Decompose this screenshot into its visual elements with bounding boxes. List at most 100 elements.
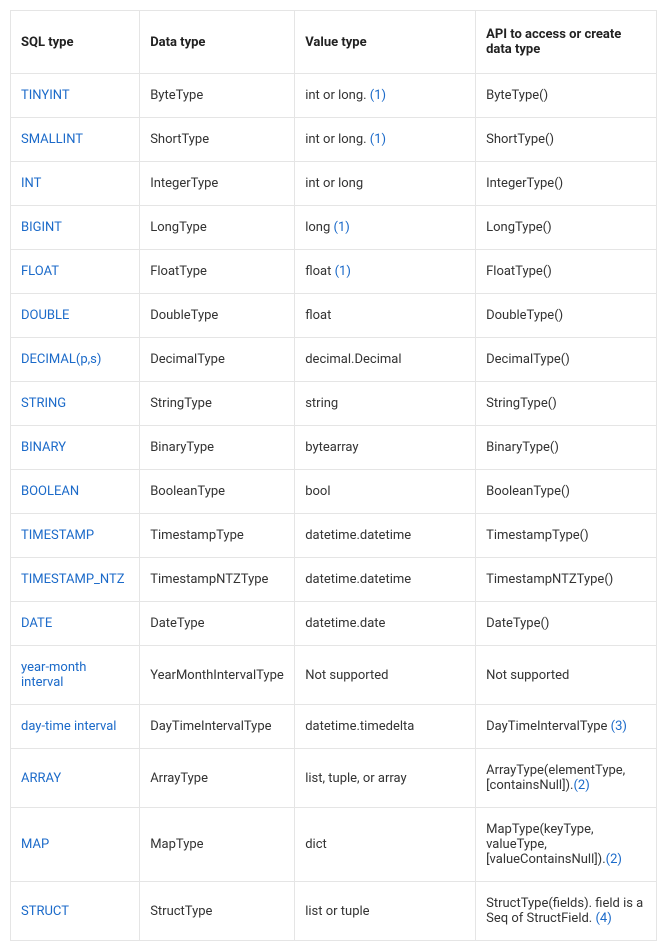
cell-api: Not supported [476,646,657,705]
cell-api: BooleanType() [476,470,657,514]
table-row: year-month intervalYearMonthIntervalType… [11,646,657,705]
value-type-text: string [305,396,338,411]
cell-sql-type: STRING [11,382,140,426]
sql-type-link[interactable]: TIMESTAMP [21,528,94,543]
cell-sql-type: INT [11,162,140,206]
cell-value-type: long (1) [295,206,476,250]
value-type-footnote-link[interactable]: (1) [334,220,350,235]
cell-api: ArrayType(elementType, [containsNull]).(… [476,749,657,808]
cell-data-type: StructType [140,882,295,941]
api-text: DecimalType() [486,352,570,367]
value-type-text: bytearray [305,440,358,455]
cell-value-type: float (1) [295,250,476,294]
value-type-text: list or tuple [305,904,369,919]
value-type-footnote-link[interactable]: (1) [370,88,386,103]
cell-value-type: string [295,382,476,426]
table-row: BIGINTLongTypelong (1)LongType() [11,206,657,250]
sql-type-link[interactable]: ARRAY [21,771,61,786]
api-footnote-link[interactable]: (3) [611,719,627,734]
sql-type-link[interactable]: SMALLINT [21,132,83,147]
cell-api: StructType(fields). field is a Seq of St… [476,882,657,941]
api-footnote-link[interactable]: (2) [573,778,589,793]
cell-api: BinaryType() [476,426,657,470]
sql-type-link[interactable]: FLOAT [21,264,59,279]
cell-api: DecimalType() [476,338,657,382]
sql-type-link[interactable]: TIMESTAMP_NTZ [21,572,125,587]
cell-value-type: bool [295,470,476,514]
cell-sql-type: DATE [11,602,140,646]
cell-data-type: BooleanType [140,470,295,514]
table-row: TIMESTAMP_NTZTimestampNTZTypedatetime.da… [11,558,657,602]
table-header-row: SQL type Data type Value type API to acc… [11,11,657,74]
cell-api: IntegerType() [476,162,657,206]
cell-api: LongType() [476,206,657,250]
api-text: ShortType() [486,132,554,147]
table-row: STRUCT StructType list or tuple StructType(… [11,882,657,941]
cell-sql-type: TINYINT [11,74,140,118]
sql-type-link[interactable]: year-month interval [21,660,86,690]
value-type-text: int or long. [305,88,370,103]
cell-sql-type: DOUBLE [11,294,140,338]
sql-type-link[interactable]: DOUBLE [21,308,69,323]
value-type-footnote-link[interactable]: (1) [335,264,351,279]
cell-data-type: ShortType [140,118,295,162]
cell-api: DateType() [476,602,657,646]
value-type-text: float [305,264,334,279]
sql-type-link[interactable]: day-time interval [21,719,116,734]
cell-value-type: Not supported [295,646,476,705]
sql-type-link[interactable]: DATE [21,616,52,631]
value-type-text: float [305,308,331,323]
sql-type-link[interactable]: BIGINT [21,220,62,235]
cell-api: StringType() [476,382,657,426]
cell-value-type: decimal.Decimal [295,338,476,382]
table-row: FLOATFloatTypefloat (1)FloatType() [11,250,657,294]
cell-sql-type: BIGINT [11,206,140,250]
api-footnote-link[interactable]: (4) [595,911,611,926]
cell-value-type: int or long. (1) [295,74,476,118]
cell-value-type: int or long [295,162,476,206]
api-text: StringType() [486,396,557,411]
cell-data-type: TimestampNTZType [140,558,295,602]
sql-type-link[interactable]: INT [21,176,41,191]
table-row: day-time intervalDayTimeIntervalTypedate… [11,705,657,749]
api-text: IntegerType() [486,176,563,191]
value-type-text: long [305,220,333,235]
api-text: FloatType() [486,264,552,279]
value-type-text: int or long [305,176,363,191]
cell-sql-type: STRUCT [11,882,140,941]
sql-type-link[interactable]: BOOLEAN [21,484,79,499]
cell-sql-type: MAP [11,808,140,882]
col-header-sql-type: SQL type [11,11,140,74]
sql-type-link[interactable]: BINARY [21,440,66,455]
cell-data-type: LongType [140,206,295,250]
value-type-text: Not supported [305,668,388,683]
sql-type-link[interactable]: STRUCT [21,904,69,919]
api-footnote-link[interactable]: (2) [606,852,622,867]
table-row: TIMESTAMPTimestampTypedatetime.datetimeT… [11,514,657,558]
cell-api: ByteType() [476,74,657,118]
api-text: TimestampType() [486,528,589,543]
cell-sql-type: ARRAY [11,749,140,808]
value-type-footnote-link[interactable]: (1) [370,132,386,147]
sql-type-link[interactable]: STRING [21,396,66,411]
cell-data-type: IntegerType [140,162,295,206]
cell-api: DayTimeIntervalType (3) [476,705,657,749]
value-type-text: list, tuple, or array [305,771,406,786]
cell-api: DoubleType() [476,294,657,338]
cell-data-type: DecimalType [140,338,295,382]
table-row: BOOLEAN BooleanTypebool BooleanType() [11,470,657,514]
table-row: ARRAY ArrayType list, tuple, or array Array… [11,749,657,808]
table-row: DATEDateTypedatetime.dateDateType() [11,602,657,646]
cell-data-type: ArrayType [140,749,295,808]
api-text: BinaryType() [486,440,559,455]
value-type-text: int or long. [305,132,370,147]
api-text: BooleanType() [486,484,570,499]
col-header-api: API to access or create data type [476,11,657,74]
cell-data-type: DoubleType [140,294,295,338]
api-text: DateType() [486,616,549,631]
value-type-text: datetime.date [305,616,385,631]
sql-type-link[interactable]: TINYINT [21,88,70,103]
cell-sql-type: FLOAT [11,250,140,294]
sql-type-link[interactable]: DECIMAL(p,s) [21,352,101,367]
sql-type-link[interactable]: MAP [21,837,49,852]
